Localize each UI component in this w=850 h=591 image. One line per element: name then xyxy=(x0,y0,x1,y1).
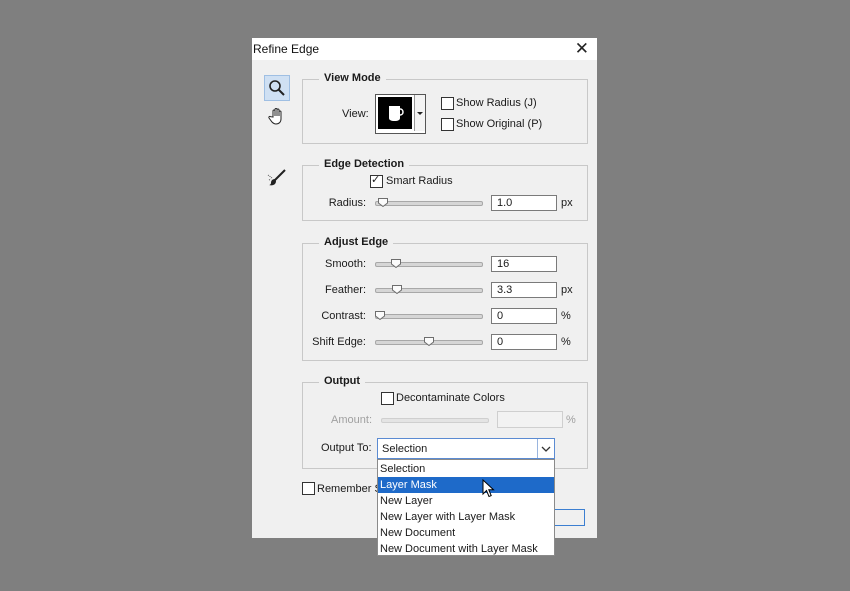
smart-radius-label: Smart Radius xyxy=(386,175,453,187)
feather-unit: px xyxy=(561,284,573,296)
slider-thumb[interactable] xyxy=(390,259,401,269)
contrast-input[interactable]: 0 xyxy=(491,308,557,324)
mouse-cursor-icon xyxy=(482,478,496,499)
output-to-select[interactable]: Selection xyxy=(377,438,555,459)
smooth-input[interactable]: 16 xyxy=(491,256,557,272)
radius-label: Radius: xyxy=(328,197,366,209)
feather-label: Feather: xyxy=(325,284,366,296)
contrast-unit: % xyxy=(561,310,571,322)
view-thumbnail-picker[interactable] xyxy=(375,94,426,134)
amount-slider xyxy=(381,418,489,423)
show-original-label: Show Original (P) xyxy=(456,118,543,130)
output-to-selected: Selection xyxy=(382,443,428,455)
ok-button-edge[interactable] xyxy=(552,509,585,526)
remember-settings-checkbox[interactable] xyxy=(302,482,315,495)
radius-slider[interactable] xyxy=(375,201,483,206)
output-legend: Output xyxy=(319,375,366,387)
feather-input[interactable]: 3.3 xyxy=(491,282,557,298)
close-icon[interactable]: ✕ xyxy=(575,40,589,57)
view-dropdown-arrow[interactable] xyxy=(414,95,425,131)
amount-unit: % xyxy=(566,414,576,426)
output-to-dropdown-list: Selection Layer Mask New Layer New Layer… xyxy=(377,459,555,556)
amount-input xyxy=(497,411,563,428)
output-to-label: Output To: xyxy=(321,442,372,454)
smooth-label: Smooth: xyxy=(325,258,366,270)
smart-radius-checkbox[interactable] xyxy=(370,173,383,188)
dropdown-option-layer-mask[interactable]: Layer Mask xyxy=(378,477,554,493)
view-mode-legend: View Mode xyxy=(319,72,386,84)
view-thumbnail xyxy=(378,97,412,129)
contrast-label: Contrast: xyxy=(321,310,366,322)
chevron-down-icon[interactable] xyxy=(537,439,554,458)
shift-edge-unit: % xyxy=(561,336,571,348)
radius-input[interactable]: 1.0 xyxy=(491,195,557,211)
dropdown-option-new-document[interactable]: New Document xyxy=(378,525,554,541)
show-original-checkbox[interactable] xyxy=(441,118,454,131)
dropdown-option-selection[interactable]: Selection xyxy=(378,461,554,477)
zoom-icon[interactable] xyxy=(264,75,290,101)
show-radius-checkbox[interactable] xyxy=(441,97,454,110)
edge-detection-group: Edge Detection xyxy=(302,158,588,221)
dropdown-option-new-layer-with-mask[interactable]: New Layer with Layer Mask xyxy=(378,509,554,525)
shift-edge-label: Shift Edge: xyxy=(312,336,366,348)
amount-label: Amount: xyxy=(331,414,372,426)
shift-edge-input[interactable]: 0 xyxy=(491,334,557,350)
slider-thumb[interactable] xyxy=(377,198,388,208)
dialog-title: Refine Edge xyxy=(253,42,320,56)
decontaminate-checkbox[interactable] xyxy=(381,392,394,405)
dropdown-option-new-layer[interactable]: New Layer xyxy=(378,493,554,509)
show-radius-label: Show Radius (J) xyxy=(456,97,537,109)
refine-radius-brush-icon[interactable] xyxy=(264,165,290,191)
decontaminate-label: Decontaminate Colors xyxy=(396,392,505,404)
slider-thumb[interactable] xyxy=(375,311,385,321)
hand-icon[interactable] xyxy=(264,103,290,129)
edge-detection-legend: Edge Detection xyxy=(319,158,410,170)
slider-thumb[interactable] xyxy=(424,337,434,347)
slider-thumb[interactable] xyxy=(391,285,402,295)
contrast-slider[interactable] xyxy=(375,314,483,319)
dropdown-option-new-document-with-mask[interactable]: New Document with Layer Mask xyxy=(378,541,554,557)
radius-unit: px xyxy=(561,197,573,209)
title-bar: Refine Edge ✕ xyxy=(252,38,597,60)
view-label: View: xyxy=(342,108,369,120)
adjust-edge-legend: Adjust Edge xyxy=(319,236,394,248)
